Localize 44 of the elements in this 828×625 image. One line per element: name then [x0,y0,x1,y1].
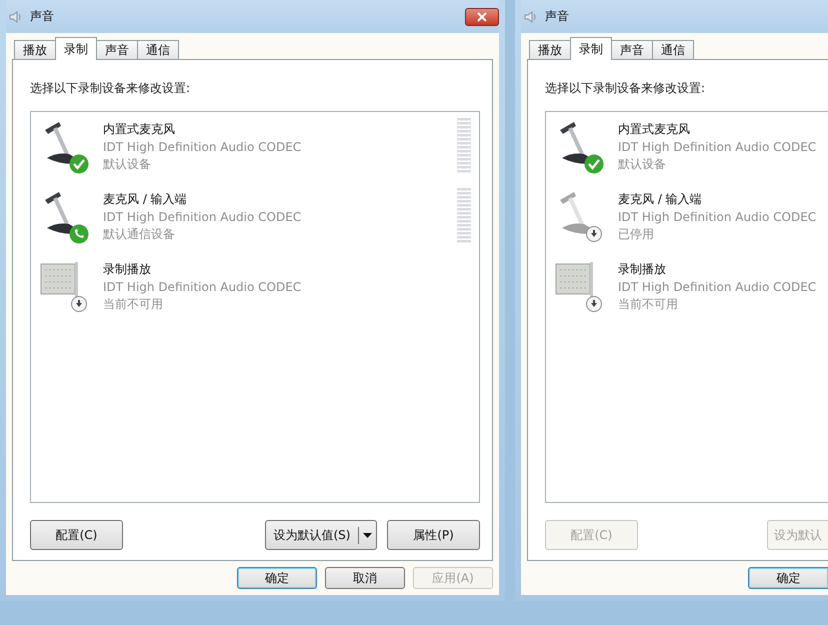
window-title: 声音 [30,8,54,25]
button[interactable]: 确定 [237,567,317,589]
device-status: 默认设备 [618,156,667,173]
close-button[interactable] [465,8,499,26]
tab[interactable]: 播放 [529,40,571,59]
device-status: 当前不可用 [103,296,164,313]
device-driver: IDT High Definition Audio CODEC [103,140,302,154]
instruction-text: 选择以下录制设备来修改设置: [30,80,192,97]
button[interactable]: 配置(C) [30,520,123,550]
device-driver: IDT High Definition Audio CODEC [618,210,816,224]
caret-icon [363,532,372,538]
button[interactable]: 确定 [748,567,828,589]
device-driver: IDT High Definition Audio CODEC [618,280,816,294]
device-status: 当前不可用 [618,296,679,313]
tab[interactable]: 通信 [652,40,694,59]
button[interactable]: 属性(P) [387,520,480,550]
device-row[interactable]: 录制播放 IDT High Definition Audio CODEC 当前不可用 [554,258,820,314]
device-driver: IDT High Definition Audio CODEC [103,210,302,224]
device-name: 麦克风 / 输入端 [618,191,703,208]
device-row[interactable]: 麦克风 / 输入端 IDT High Definition Audio CODEC 默认通信设备 [39,188,471,244]
tab[interactable]: 录制 [570,37,612,60]
device-row[interactable]: 内置式麦克风 IDT High Definition Audio CODEC 默认设备 [554,118,820,174]
device-row[interactable]: 录制播放 IDT High Definition Audio CODEC 当前不可用 [39,258,471,314]
device-status: 默认设备 [103,156,152,173]
tab[interactable]: 通信 [137,40,179,59]
close-icon [477,12,487,22]
device-name: 录制播放 [103,261,152,278]
instruction-text: 选择以下录制设备来修改设置: [545,80,706,97]
tab[interactable]: 播放 [14,40,56,59]
tab[interactable]: 声音 [96,40,138,59]
split-button[interactable]: 设为默认值(S) [265,520,377,550]
tab[interactable]: 声音 [611,40,653,59]
device-row[interactable]: 内置式麦克风 IDT High Definition Audio CODEC 默认设备 [39,118,471,174]
tab[interactable]: 录制 [55,37,97,60]
button[interactable]: 取消 [325,567,405,589]
window-title: 声音 [545,8,569,25]
device-status: 已停用 [618,226,655,243]
device-name: 录制播放 [618,261,667,278]
device-name: 麦克风 / 输入端 [103,191,188,208]
device-status: 默认通信设备 [103,226,176,243]
device-driver: IDT High Definition Audio CODEC [618,140,816,154]
device-driver: IDT High Definition Audio CODEC [103,280,302,294]
device-name: 内置式麦克风 [103,121,176,138]
device-name: 内置式麦克风 [618,121,691,138]
